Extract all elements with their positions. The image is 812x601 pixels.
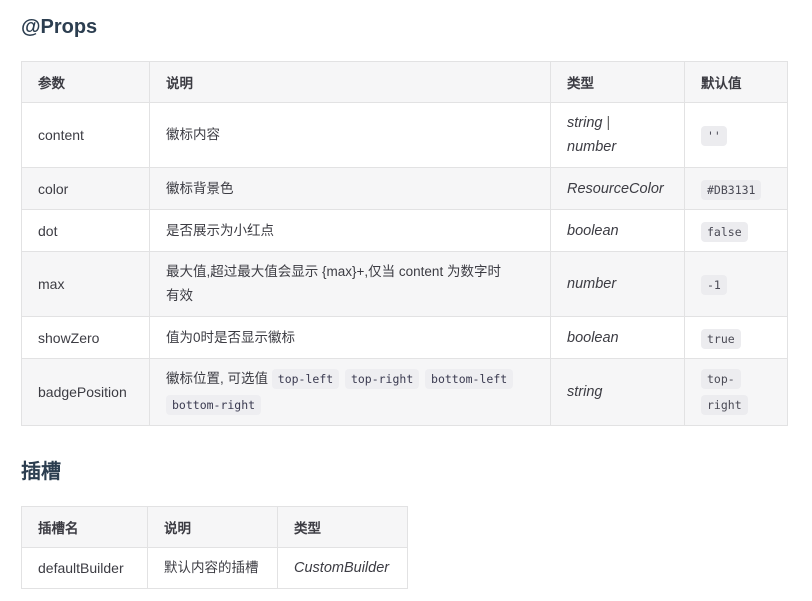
table-row: showZero 值为0时是否显示徽标 boolean true	[22, 317, 788, 359]
desc-line-2: 有效	[166, 288, 193, 303]
default-value-line-1: top-	[701, 369, 741, 389]
prop-name: badgePosition	[22, 359, 150, 426]
slots-table: 插槽名 说明 类型 defaultBuilder 默认内容的插槽 CustomB…	[21, 506, 408, 589]
default-value-line-2: right	[701, 395, 748, 415]
desc-text: 徽标位置, 可选值	[166, 371, 268, 386]
slot-desc: 默认内容的插槽	[148, 548, 278, 589]
option-code: bottom-right	[166, 395, 261, 415]
slot-type: CustomBuilder	[278, 548, 408, 589]
prop-name: max	[22, 252, 150, 317]
option-code: top-right	[345, 369, 419, 389]
slot-name: defaultBuilder	[22, 548, 148, 589]
props-table: 参数 说明 类型 默认值 content 徽标内容 string | numbe…	[21, 61, 788, 426]
prop-name: showZero	[22, 317, 150, 359]
slots-header-row: 插槽名 说明 类型	[22, 507, 408, 548]
slots-heading: 插槽	[21, 462, 61, 482]
prop-desc: 值为0时是否显示徽标	[150, 317, 551, 359]
prop-name: dot	[22, 210, 150, 252]
default-value: true	[701, 329, 741, 349]
prop-default: false	[685, 210, 788, 252]
prop-type: string | number	[551, 103, 685, 168]
header-slot-type: 类型	[278, 507, 408, 548]
header-desc: 说明	[150, 62, 551, 103]
prop-desc: 徽标内容	[150, 103, 551, 168]
prop-desc: 徽标位置, 可选值 top-left top-right bottom-left…	[150, 359, 551, 426]
prop-desc: 是否展示为小红点	[150, 210, 551, 252]
prop-type: number	[551, 252, 685, 317]
table-row: badgePosition 徽标位置, 可选值 top-left top-rig…	[22, 359, 788, 426]
header-type: 类型	[551, 62, 685, 103]
prop-default: top- right	[685, 359, 788, 426]
table-row: defaultBuilder 默认内容的插槽 CustomBuilder	[22, 548, 408, 589]
prop-name: content	[22, 103, 150, 168]
prop-type: ResourceColor	[551, 168, 685, 210]
prop-type: boolean	[551, 210, 685, 252]
props-header-row: 参数 说明 类型 默认值	[22, 62, 788, 103]
table-row: color 徽标背景色 ResourceColor #DB3131	[22, 168, 788, 210]
header-slot-desc: 说明	[148, 507, 278, 548]
table-row: dot 是否展示为小红点 boolean false	[22, 210, 788, 252]
prop-default: -1	[685, 252, 788, 317]
default-value: false	[701, 222, 748, 242]
prop-default: true	[685, 317, 788, 359]
props-heading: @Props	[21, 17, 97, 37]
type-string: string	[567, 115, 602, 131]
prop-default: ''	[685, 103, 788, 168]
header-default: 默认值	[685, 62, 788, 103]
option-code: bottom-left	[425, 369, 513, 389]
prop-type: string	[551, 359, 685, 426]
prop-desc: 最大值,超过最大值会显示 {max}+,仅当 content 为数字时 有效	[150, 252, 551, 317]
option-code: top-left	[272, 369, 339, 389]
header-param: 参数	[22, 62, 150, 103]
table-row: max 最大值,超过最大值会显示 {max}+,仅当 content 为数字时 …	[22, 252, 788, 317]
prop-name: color	[22, 168, 150, 210]
type-separator: |	[607, 115, 611, 131]
default-value: ''	[701, 126, 727, 146]
desc-line-1: 最大值,超过最大值会显示 {max}+,仅当 content 为数字时	[166, 264, 501, 279]
type-number: number	[567, 139, 616, 155]
table-row: content 徽标内容 string | number ''	[22, 103, 788, 168]
default-value: -1	[701, 275, 727, 295]
docs-page: @Props 参数 说明 类型 默认值 content 徽标内容 string …	[0, 0, 812, 601]
prop-type: boolean	[551, 317, 685, 359]
prop-default: #DB3131	[685, 168, 788, 210]
prop-desc: 徽标背景色	[150, 168, 551, 210]
header-slot-name: 插槽名	[22, 507, 148, 548]
default-value: #DB3131	[701, 180, 761, 200]
